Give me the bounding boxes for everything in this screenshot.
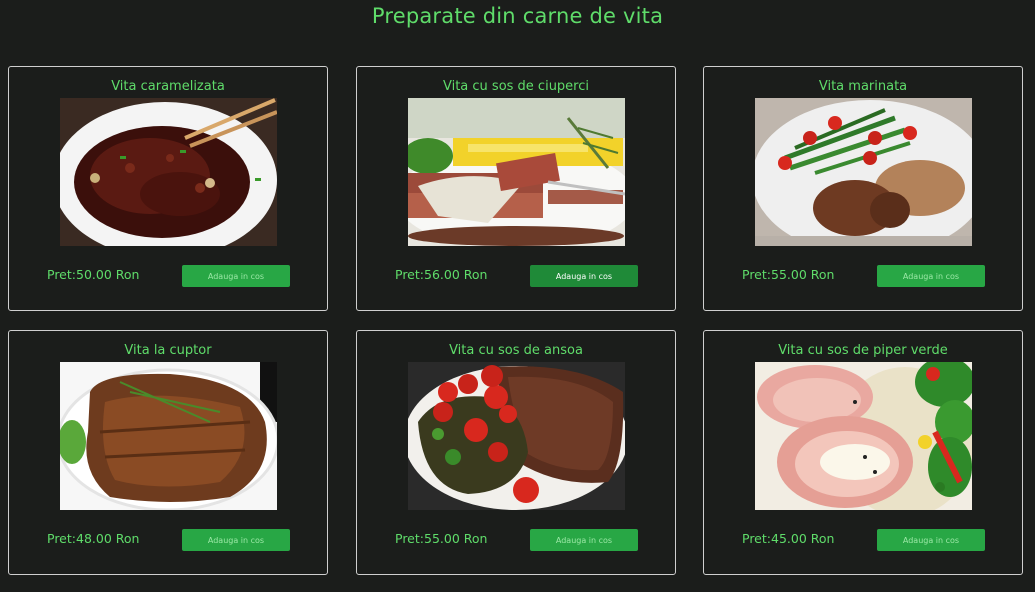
product-price: Pret:56.00 Ron [395, 267, 488, 282]
product-price: Pret:55.00 Ron [395, 531, 488, 546]
product-price: Pret:45.00 Ron [742, 531, 835, 546]
product-card: Vita cu sos de ciuperci Pret:56.00 Ron A… [356, 66, 676, 311]
product-card: Vita cu sos de piper verde Pret:45.00 Ro… [703, 330, 1023, 575]
marinated-beef-image [755, 98, 972, 246]
product-card: Vita la cuptor Pret:48.00 Ron Adauga in … [8, 330, 328, 575]
product-title: Vita la cuptor [124, 343, 212, 358]
product-price: Pret:55.00 Ron [742, 267, 835, 282]
product-price: Pret:50.00 Ron [47, 267, 140, 282]
product-title: Vita cu sos de ciuperci [442, 79, 589, 94]
beef-anchovy-sauce-image [408, 362, 625, 510]
product-title: Vita cu sos de piper verde [778, 343, 948, 358]
add-to-cart-button[interactable]: Adauga in cos [182, 529, 290, 551]
add-to-cart-button[interactable]: Adauga in cos [877, 265, 985, 287]
roast-beef-image [60, 362, 277, 510]
product-title: Vita caramelizata [111, 79, 225, 94]
product-price: Pret:48.00 Ron [47, 531, 140, 546]
beef-mushroom-sauce-image [408, 98, 625, 246]
caramelized-beef-image [60, 98, 277, 246]
product-card: Vita marinata Pret:55.00 Ron Adauga in c… [703, 66, 1023, 311]
product-card: Vita caramelizata Pret:50.00 Ron Adauga … [8, 66, 328, 311]
beef-green-pepper-sauce-image [755, 362, 972, 510]
product-card: Vita cu sos de ansoa Pret:55.00 Ron Adau… [356, 330, 676, 575]
add-to-cart-button[interactable]: Adauga in cos [182, 265, 290, 287]
add-to-cart-button[interactable]: Adauga in cos [877, 529, 985, 551]
product-title: Vita cu sos de ansoa [449, 343, 583, 358]
page-title: Preparate din carne de vita [371, 4, 664, 28]
add-to-cart-button[interactable]: Adauga in cos [530, 265, 638, 287]
add-to-cart-button[interactable]: Adauga in cos [530, 529, 638, 551]
product-title: Vita marinata [818, 79, 908, 94]
